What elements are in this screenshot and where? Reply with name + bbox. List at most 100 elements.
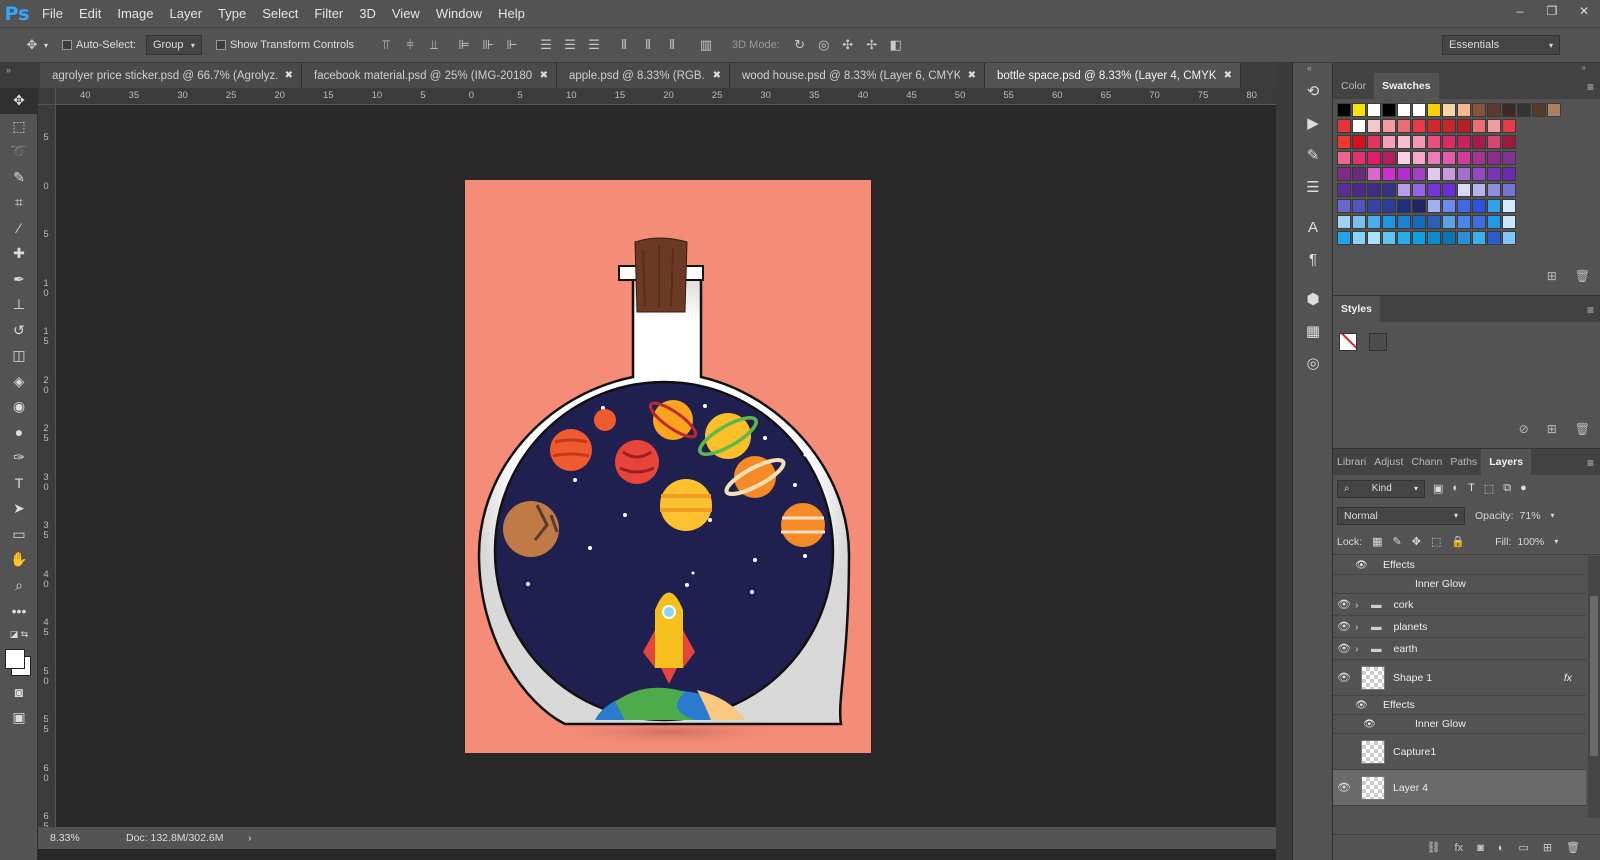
history-icon[interactable]: ⟲ xyxy=(1293,75,1333,107)
swatch[interactable] xyxy=(1397,103,1411,117)
swatch[interactable] xyxy=(1487,215,1501,229)
swatch[interactable] xyxy=(1547,103,1561,117)
swatch[interactable] xyxy=(1412,183,1426,197)
swatch[interactable] xyxy=(1382,199,1396,213)
effect-eye-icon[interactable]: 👁 xyxy=(1355,560,1368,571)
filter-smart-icon[interactable]: ⧉ xyxy=(1503,482,1511,495)
menu-edit[interactable]: Edit xyxy=(71,0,109,27)
move-tool-icon[interactable]: ✥ xyxy=(0,88,38,114)
swatch[interactable] xyxy=(1367,135,1381,149)
swatch[interactable] xyxy=(1352,103,1366,117)
swatch[interactable] xyxy=(1367,151,1381,165)
visibility-eye-icon[interactable]: 👁 xyxy=(1333,620,1355,633)
menu-layer[interactable]: Layer xyxy=(162,0,211,27)
swatch[interactable] xyxy=(1367,119,1381,133)
add-style-icon[interactable]: fx xyxy=(1455,842,1464,854)
swatch[interactable] xyxy=(1352,183,1366,197)
menu-filter[interactable]: Filter xyxy=(306,0,351,27)
visibility-eye-icon[interactable]: 👁 xyxy=(1333,642,1355,655)
new-swatch-icon[interactable]: ⊞ xyxy=(1547,269,1557,283)
swatch[interactable] xyxy=(1412,151,1426,165)
move-tool-preset[interactable]: ✥ ▾ xyxy=(20,37,48,53)
swatch[interactable] xyxy=(1337,215,1351,229)
swatch[interactable] xyxy=(1382,103,1396,117)
swatch[interactable] xyxy=(1502,151,1516,165)
swatch[interactable] xyxy=(1487,167,1501,181)
swatch[interactable] xyxy=(1367,167,1381,181)
new-layer-icon[interactable]: ⊞ xyxy=(1543,841,1552,854)
tab-channels[interactable]: Chann xyxy=(1407,449,1446,475)
swatch[interactable] xyxy=(1487,103,1501,117)
swatch[interactable] xyxy=(1337,199,1351,213)
lock-position-icon[interactable]: ✥ xyxy=(1412,535,1421,548)
doc-tab[interactable]: wood house.psd @ 8.33% (Layer 6, CMYK...… xyxy=(730,63,985,88)
filter-kind-dropdown[interactable]: ⌕ Kind ▾ xyxy=(1337,479,1425,498)
minimize-button[interactable]: – xyxy=(1504,0,1536,22)
doc-tab[interactable]: bottle space.psd @ 8.33% (Layer 4, CMYK/… xyxy=(985,63,1241,88)
swatch[interactable] xyxy=(1412,135,1426,149)
swatch[interactable] xyxy=(1502,199,1516,213)
swatch[interactable] xyxy=(1502,119,1516,133)
3d-scale-icon[interactable]: ◧ xyxy=(884,37,908,53)
close-button[interactable]: ✕ xyxy=(1568,0,1600,22)
close-tab-icon[interactable]: ✖ xyxy=(713,70,721,81)
swatch[interactable] xyxy=(1382,167,1396,181)
default-colors-icon[interactable]: ◪ ⇆ xyxy=(0,624,38,646)
swatch[interactable] xyxy=(1442,231,1456,245)
swatch[interactable] xyxy=(1457,119,1471,133)
distribute-top-icon[interactable]: ☰ xyxy=(534,37,558,53)
effect-eye-icon[interactable]: 👁 xyxy=(1355,700,1368,711)
close-tab-icon[interactable]: ✖ xyxy=(285,70,293,81)
lock-all-icon[interactable]: 🔒 xyxy=(1451,535,1465,548)
3d-panel-icon[interactable]: ⬢ xyxy=(1293,283,1333,315)
swatch[interactable] xyxy=(1337,167,1351,181)
align-bottom-icon[interactable]: ⫫ xyxy=(422,37,446,53)
close-tab-icon[interactable]: ✖ xyxy=(968,70,976,81)
layer-row[interactable]: 👁 Layer 4 xyxy=(1333,770,1586,806)
hand-tool-icon[interactable]: ✋ xyxy=(0,547,38,573)
swatch[interactable] xyxy=(1352,215,1366,229)
link-layers-icon[interactable]: ⛓ xyxy=(1427,841,1441,854)
layer-row[interactable]: 👁 › ▬ earth xyxy=(1333,638,1586,660)
eraser-tool-icon[interactable]: ◫ xyxy=(0,343,38,369)
swatch[interactable] xyxy=(1352,119,1366,133)
swatch[interactable] xyxy=(1457,231,1471,245)
swatch[interactable] xyxy=(1442,103,1456,117)
tab-paths[interactable]: Paths xyxy=(1446,449,1481,475)
swatch[interactable] xyxy=(1382,151,1396,165)
tab-color[interactable]: Color xyxy=(1333,73,1374,99)
align-hcenter-icon[interactable]: ⊪ xyxy=(476,37,500,53)
align-right-icon[interactable]: ⊩ xyxy=(500,37,524,53)
swatch[interactable] xyxy=(1397,231,1411,245)
layer-row[interactable]: 👁 Inner Glow xyxy=(1333,715,1586,734)
add-mask-icon[interactable]: ◙ xyxy=(1477,842,1484,854)
pen-tool-icon[interactable]: ✑ xyxy=(0,445,38,471)
swatch[interactable] xyxy=(1397,199,1411,213)
expand-arrow-icon[interactable]: › xyxy=(1355,643,1367,655)
type-tool-icon[interactable]: T xyxy=(0,471,38,497)
workspace-dropdown[interactable]: Essentials ▾ xyxy=(1442,35,1560,55)
swatch[interactable] xyxy=(1502,103,1516,117)
swatch[interactable] xyxy=(1412,231,1426,245)
menu-window[interactable]: Window xyxy=(428,0,490,27)
swatch[interactable] xyxy=(1472,167,1486,181)
blend-mode-dropdown[interactable]: Normal ▾ xyxy=(1337,506,1465,525)
swatch[interactable] xyxy=(1412,167,1426,181)
new-group-icon[interactable]: ▭ xyxy=(1518,841,1528,854)
foreground-color-swatch[interactable] xyxy=(5,648,25,669)
clear-style-icon[interactable]: ⊘ xyxy=(1519,422,1529,436)
menu-help[interactable]: Help xyxy=(490,0,533,27)
swatch[interactable] xyxy=(1352,199,1366,213)
distribute-left-icon[interactable]: ⫴ xyxy=(612,37,636,53)
fx-icon[interactable]: fx xyxy=(1564,672,1572,684)
auto-select-checkbox[interactable]: Auto-Select: xyxy=(62,39,136,51)
delete-style-icon[interactable]: 🗑 xyxy=(1575,422,1590,436)
swatch[interactable] xyxy=(1427,135,1441,149)
distribute-bottom-icon[interactable]: ☰ xyxy=(582,37,606,53)
paint-bucket-icon[interactable]: ◈ xyxy=(0,369,38,395)
swatch[interactable] xyxy=(1397,119,1411,133)
status-menu-icon[interactable]: › xyxy=(238,832,252,844)
3d-roll-icon[interactable]: ◎ xyxy=(812,37,836,53)
swatch[interactable] xyxy=(1337,135,1351,149)
filter-type-icon[interactable]: T xyxy=(1468,482,1475,495)
